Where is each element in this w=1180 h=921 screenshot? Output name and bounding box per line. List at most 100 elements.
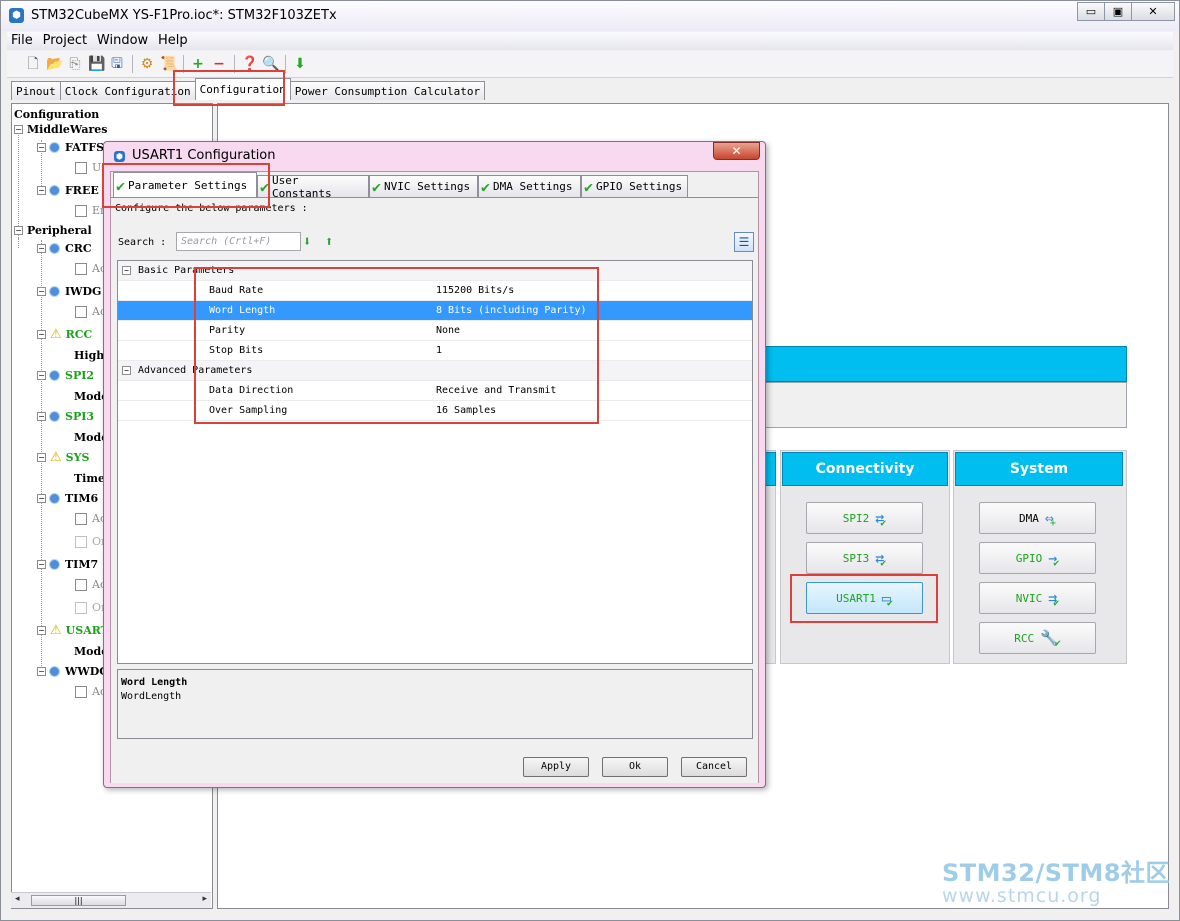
tree-sys[interactable]: − ⚠ SYS	[37, 450, 89, 465]
scrollbar-thumb[interactable]: |||	[31, 895, 126, 906]
tree-fatfs[interactable]: − FATFS	[37, 141, 104, 154]
minimize-button[interactable]: ▭	[1077, 2, 1105, 21]
checkbox[interactable]	[75, 305, 87, 318]
tree-rcc[interactable]: − ⚠ RCC	[37, 327, 92, 342]
tree-sys-child[interactable]: Time	[74, 472, 105, 485]
description-title: Word Length	[121, 677, 188, 688]
collapse-icon[interactable]: −	[122, 266, 131, 275]
system-header: System	[955, 452, 1123, 486]
window-title: STM32CubeMX YS-F1Pro.ioc*: STM32F103ZETx	[31, 8, 337, 23]
gear-icon	[50, 186, 59, 195]
check-icon: ✔	[584, 177, 594, 196]
tree-tim6[interactable]: − TIM6	[37, 492, 98, 505]
tree-wwdg[interactable]: − WWDG	[37, 665, 109, 678]
close-window-button[interactable]: ✕	[1131, 2, 1175, 21]
gear-icon	[50, 143, 59, 152]
ok-button[interactable]: Ok	[602, 757, 668, 777]
save-icon[interactable]: 💾	[88, 56, 105, 72]
menu-project[interactable]: Project	[43, 33, 87, 48]
checkbox[interactable]	[75, 262, 87, 275]
tree-wwdg-child[interactable]: Ac	[75, 685, 106, 698]
tree-peripherals[interactable]: − Peripheral	[14, 224, 92, 237]
watermark-line-2: www.stmcu.org	[942, 885, 1102, 907]
checkbox[interactable]	[75, 535, 87, 548]
copy-icon[interactable]: ⎘	[67, 56, 83, 72]
title-bar: ⬢ STM32CubeMX YS-F1Pro.ioc*: STM32F103ZE…	[1, 1, 1179, 31]
warning-icon: ⚠	[50, 623, 62, 638]
maximize-button[interactable]: ▣	[1104, 2, 1132, 21]
cancel-button[interactable]: Cancel	[681, 757, 747, 777]
tree-iwdg[interactable]: − IWDG	[37, 285, 101, 298]
settings-icon[interactable]: ⚙	[139, 56, 155, 72]
spi3-button[interactable]: SPI3 ⇄ ✔	[806, 542, 923, 574]
menu-bar: File Project Window Help	[7, 32, 1173, 50]
search-label: Search :	[118, 237, 167, 248]
usart1-configuration-dialog: ⬢ USART1 Configuration ✕ ✔ Parameter Sett…	[103, 141, 766, 788]
apply-button[interactable]: Apply	[523, 757, 589, 777]
gpio-button[interactable]: GPIO → ✔	[979, 542, 1096, 574]
nvic-button[interactable]: NVIC ⇉ ✔	[979, 582, 1096, 614]
search-input[interactable]: Search (Crtl+F)	[176, 232, 301, 251]
highlight-parameter-settings-tab	[102, 163, 270, 208]
search-up-icon[interactable]: ⬆	[325, 234, 333, 250]
open-folder-icon[interactable]: 📂	[46, 56, 63, 72]
watermark-line-1: STM32/STM8社区	[942, 859, 1170, 887]
tab-power-consumption[interactable]: Power Consumption Calculator	[289, 81, 486, 100]
tab-user-constants[interactable]: ✔ User Constants	[257, 174, 369, 200]
tree-tim7[interactable]: − TIM7	[37, 558, 98, 571]
generate-code-icon[interactable]: ⬇	[292, 56, 308, 72]
highlight-usart1-button	[790, 574, 938, 623]
gear-icon	[50, 560, 59, 569]
checkbox[interactable]	[75, 601, 87, 614]
scroll-left-icon[interactable]: ◂	[15, 894, 20, 904]
scroll-right-icon[interactable]: ▸	[202, 894, 207, 904]
tab-pinout[interactable]: Pinout	[11, 81, 61, 100]
tree-spi2[interactable]: − SPI2	[37, 369, 94, 382]
dialog-logo-icon: ⬢	[114, 151, 125, 162]
tree-usart1[interactable]: − ⚠ USART	[37, 623, 109, 638]
dialog-close-button[interactable]: ✕	[713, 142, 760, 160]
horizontal-scrollbar[interactable]: ◂ ||| ▸	[11, 892, 211, 908]
gear-icon	[50, 494, 59, 503]
tree-crc-child[interactable]: Ac	[75, 262, 106, 275]
rcc-button[interactable]: RCC 🔧 ✔	[979, 622, 1096, 654]
highlight-configuration-tab	[173, 70, 285, 106]
gear-icon	[50, 667, 59, 676]
tree-tim6-child-1[interactable]: Ac	[75, 512, 106, 525]
tab-dma-settings[interactable]: ✔ DMA Settings	[478, 175, 581, 197]
description-body: WordLength	[121, 691, 182, 702]
tab-nvic-settings[interactable]: ✔ NVIC Settings	[369, 175, 478, 197]
checkbox[interactable]	[75, 578, 87, 591]
tab-gpio-settings[interactable]: ✔ GPIO Settings	[581, 175, 688, 197]
dialog-title: USART1 Configuration	[132, 148, 276, 163]
save-as-icon[interactable]: 🖫	[109, 56, 125, 72]
category-banner	[759, 346, 1127, 382]
collapse-icon[interactable]: −	[122, 366, 131, 375]
highlight-parameters	[194, 267, 599, 424]
checkbox[interactable]	[75, 204, 87, 217]
warning-icon: ⚠	[50, 327, 62, 342]
tree-iwdg-child[interactable]: Ac	[75, 305, 106, 318]
tree-spi3[interactable]: − SPI3	[37, 410, 94, 423]
checkbox[interactable]	[75, 685, 87, 698]
list-view-icon[interactable]: ☰	[734, 232, 754, 252]
gear-icon	[50, 287, 59, 296]
gear-icon	[50, 371, 59, 380]
tree-tim7-child-1[interactable]: Ac	[75, 578, 106, 591]
menu-window[interactable]: Window	[97, 33, 148, 48]
search-down-icon[interactable]: ⬇	[303, 234, 311, 250]
new-project-icon[interactable]: 🗋	[25, 56, 41, 72]
dma-button[interactable]: DMA ⇔ +	[979, 502, 1096, 534]
checkbox[interactable]	[75, 512, 87, 525]
tree-root: Configuration	[14, 108, 100, 121]
menu-file[interactable]: File	[11, 33, 33, 48]
category-banner-body	[759, 382, 1127, 428]
tree-rcc-child[interactable]: High	[74, 349, 104, 362]
description-panel: Word Length WordLength	[117, 669, 753, 739]
menu-help[interactable]: Help	[158, 33, 188, 48]
tree-freertos[interactable]: − FREE	[37, 184, 99, 197]
tree-middlewares[interactable]: − MiddleWares	[14, 123, 107, 136]
checkbox[interactable]	[75, 161, 87, 174]
spi2-button[interactable]: SPI2 ⇄ ✔	[806, 502, 923, 534]
tree-crc[interactable]: − CRC	[37, 242, 92, 255]
